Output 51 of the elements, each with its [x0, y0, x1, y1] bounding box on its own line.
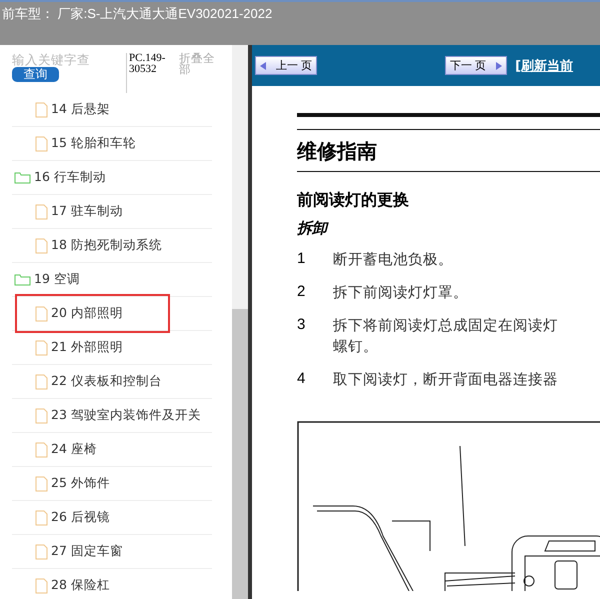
tree-item[interactable]: 16 行车制动 [14, 169, 106, 186]
procedure-subtitle: 拆卸 [297, 219, 330, 238]
step-text-line: 螺钉。 [333, 338, 379, 358]
step-text: 取下阅读灯，断开背面电器连接器 [333, 371, 558, 390]
tree-item[interactable]: 27 固定车窗 [35, 543, 123, 560]
refresh-link[interactable]: [刷新当前 [515, 56, 574, 74]
window-title: 前车型： 厂家:S-上汽大通大通EV302021-2022 [2, 5, 274, 23]
tree-item[interactable]: 24 座椅 [35, 441, 97, 458]
tree-item[interactable]: 25 外饰件 [35, 475, 110, 492]
arrow-right-icon [496, 62, 502, 70]
search-button[interactable]: 查询 [12, 67, 59, 82]
tree-item[interactable]: 19 空调 [14, 271, 80, 288]
tree-item[interactable]: 21 外部照明 [35, 339, 123, 356]
next-page-button[interactable]: 下一 页 [445, 56, 508, 75]
file-icon [35, 102, 48, 118]
arrow-left-icon [260, 62, 266, 70]
section-heading: 维修指南 [297, 138, 378, 165]
folder-icon [14, 171, 31, 184]
step-number: 2 [297, 283, 306, 302]
folder-icon [14, 273, 31, 286]
tree-item[interactable]: 15 轮胎和车轮 [35, 135, 136, 152]
tree-item[interactable]: 22 仪表板和控制台 [35, 373, 162, 390]
tree-item[interactable]: 23 驾驶室内装饰件及开关 [35, 407, 201, 424]
model-code: PC.149-30532 [126, 53, 175, 93]
file-icon [35, 544, 48, 560]
file-icon [35, 238, 48, 254]
tree-item[interactable]: 14 后悬架 [35, 101, 110, 118]
step-text-line: 拆下将前阅读灯总成固定在阅读灯 [333, 316, 558, 336]
file-icon [35, 578, 48, 594]
previous-page-button[interactable]: 上一 页 [255, 56, 318, 75]
step-text: 断开蓄电池负极。 [333, 251, 453, 270]
file-icon [35, 476, 48, 492]
tree-item[interactable]: 17 驻车制动 [35, 203, 123, 220]
file-icon [35, 510, 48, 526]
procedure-title: 前阅读灯的更换 [297, 190, 410, 211]
step-number: 4 [297, 370, 306, 390]
tree-item[interactable]: 28 保险杠 [35, 577, 110, 594]
step-text: 拆下前阅读灯灯罩。 [333, 284, 468, 304]
file-icon [35, 374, 48, 390]
scrollbar-thumb[interactable] [232, 309, 248, 599]
tree-item[interactable]: 18 防抱死制动系统 [35, 237, 162, 254]
file-icon [35, 306, 48, 322]
file-icon [35, 204, 48, 220]
step-number: 3 [297, 316, 306, 336]
step-number: 1 [297, 250, 306, 269]
file-icon [35, 136, 48, 152]
tree-item[interactable]: 20 内部照明 [15, 294, 170, 333]
file-icon [35, 408, 48, 424]
file-icon [35, 340, 48, 356]
file-icon [35, 442, 48, 458]
tree-item[interactable]: 26 后视镜 [35, 509, 110, 526]
